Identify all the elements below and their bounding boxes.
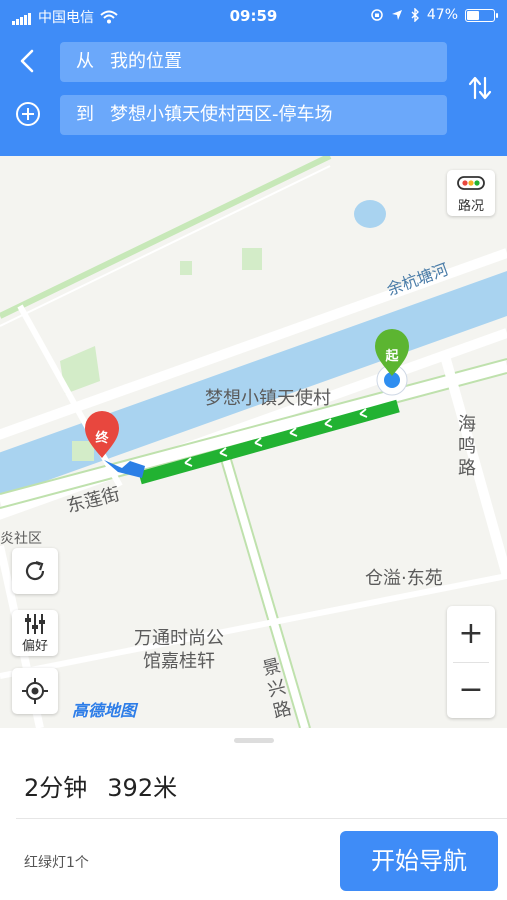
route-header: 中国电信 09:59 47% 从 我的位置 到 梦想小镇天使村西区-停车场 — [0, 0, 507, 156]
origin-field[interactable]: 从我的位置 — [60, 42, 447, 82]
map-canvas — [0, 156, 507, 728]
status-right: 47% — [370, 7, 498, 23]
green-patch-2 — [180, 261, 192, 275]
start-navigation-button[interactable]: 开始导航 — [340, 831, 498, 891]
sheet-handle[interactable] — [234, 738, 274, 743]
traffic-light-icon — [457, 176, 485, 190]
orientation-lock-icon — [371, 9, 383, 21]
destination-field[interactable]: 到梦想小镇天使村西区-停车场 — [60, 95, 447, 135]
destination-value: 梦想小镇天使村西区-停车场 — [110, 104, 333, 125]
green-patch-1 — [242, 248, 262, 270]
sheet-divider — [16, 818, 507, 819]
route-summary: 2分钟 392米 — [24, 768, 177, 803]
zoom-divider — [453, 662, 489, 663]
zoom-in-button[interactable]: + — [447, 606, 495, 662]
end-marker-label: 终 — [95, 431, 109, 446]
map-label-haiming-road: 海鸣路 — [458, 414, 476, 479]
preference-label: 偏好 — [21, 639, 48, 654]
crosshair-icon — [22, 678, 48, 704]
traffic-lights-count: 红绿灯1个 — [24, 855, 89, 871]
green-belt-north — [0, 156, 332, 319]
pond — [354, 200, 386, 228]
traffic-toggle-button[interactable]: 路况 — [447, 170, 495, 216]
zoom-out-button[interactable]: − — [447, 662, 495, 718]
map-label-village: 梦想小镇天使村 — [205, 388, 331, 409]
start-marker-label: 起 — [385, 349, 399, 364]
route-distance: 392米 — [107, 774, 178, 802]
origin-value: 我的位置 — [110, 51, 182, 72]
preference-button[interactable]: 偏好 — [12, 610, 58, 656]
road-south — [0, 573, 507, 679]
battery-percent: 47% — [426, 7, 458, 23]
battery-icon — [465, 8, 498, 22]
add-waypoint-button[interactable] — [14, 100, 42, 128]
sliders-icon — [25, 614, 45, 634]
map-label-wantong-line2: 馆嘉桂轩 — [143, 651, 215, 672]
traffic-label: 路况 — [457, 199, 484, 214]
route-summary-sheet: 2分钟 392米 红绿灯1个 开始导航 — [0, 728, 507, 900]
route-duration: 2分钟 — [24, 774, 88, 802]
road-jingxing — [220, 454, 310, 728]
zoom-control: + − — [447, 606, 495, 718]
destination-prefix: 到 — [76, 104, 94, 125]
origin-prefix: 从 — [76, 51, 94, 72]
battery-fill — [467, 10, 479, 20]
locate-me-button[interactable] — [12, 668, 58, 714]
map-label-community: 炎社区 — [0, 531, 42, 547]
status-bar: 中国电信 09:59 47% — [0, 0, 507, 30]
refresh-icon — [25, 560, 45, 581]
map-label-cangyi: 仓溢·东苑 — [365, 568, 443, 589]
green-belt-1 — [0, 165, 331, 327]
back-button[interactable] — [14, 47, 42, 75]
amap-logo: 高德地图 — [72, 701, 137, 720]
location-arrow-icon — [391, 10, 402, 20]
bluetooth-icon — [411, 8, 419, 22]
refresh-route-button[interactable] — [12, 548, 58, 594]
swap-route-button[interactable] — [466, 74, 494, 102]
map-view[interactable]: 起 终 余杭塘河 梦想小镇天使村 海鸣路 东莲街 炎社区 仓溢·东苑 万通时尚公… — [0, 156, 507, 728]
green-patch-4 — [72, 441, 94, 461]
